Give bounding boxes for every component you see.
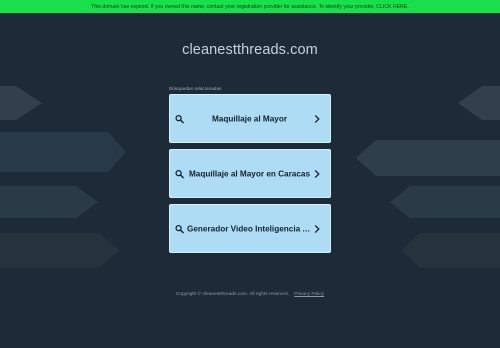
- domain-title: cleanestthreads.com: [182, 42, 318, 58]
- search-icon: [175, 224, 184, 233]
- expired-domain-banner[interactable]: This domain has expired. If you owned th…: [0, 0, 500, 13]
- chevron-right-icon: [314, 114, 320, 123]
- related-link-1[interactable]: Maquillaje al Mayor: [169, 94, 331, 143]
- related-searches-label: Búsquedas relacionadas: [169, 87, 222, 92]
- search-icon: [175, 114, 184, 123]
- related-link-label[interactable]: Maquillaje al Mayor: [187, 114, 312, 123]
- chevron-right-icon: [314, 224, 320, 233]
- search-icon: [175, 169, 184, 178]
- related-link-label[interactable]: Maquillaje al Mayor en Caracas: [187, 169, 312, 178]
- chevron-right-icon: [314, 169, 320, 178]
- privacy-policy-link[interactable]: Privacy Policy: [294, 292, 324, 297]
- related-link-2[interactable]: Maquillaje al Mayor en Caracas: [169, 149, 331, 198]
- banner-text[interactable]: This domain has expired. If you owned th…: [91, 4, 409, 10]
- footer: Copyright © cleanestthreads.com. All rig…: [0, 292, 500, 297]
- related-link-label[interactable]: Generador Video Inteligencia Artificial: [187, 224, 312, 233]
- copyright-text: Copyright © cleanestthreads.com. All rig…: [175, 292, 289, 297]
- related-link-3[interactable]: Generador Video Inteligencia Artificial: [169, 204, 331, 253]
